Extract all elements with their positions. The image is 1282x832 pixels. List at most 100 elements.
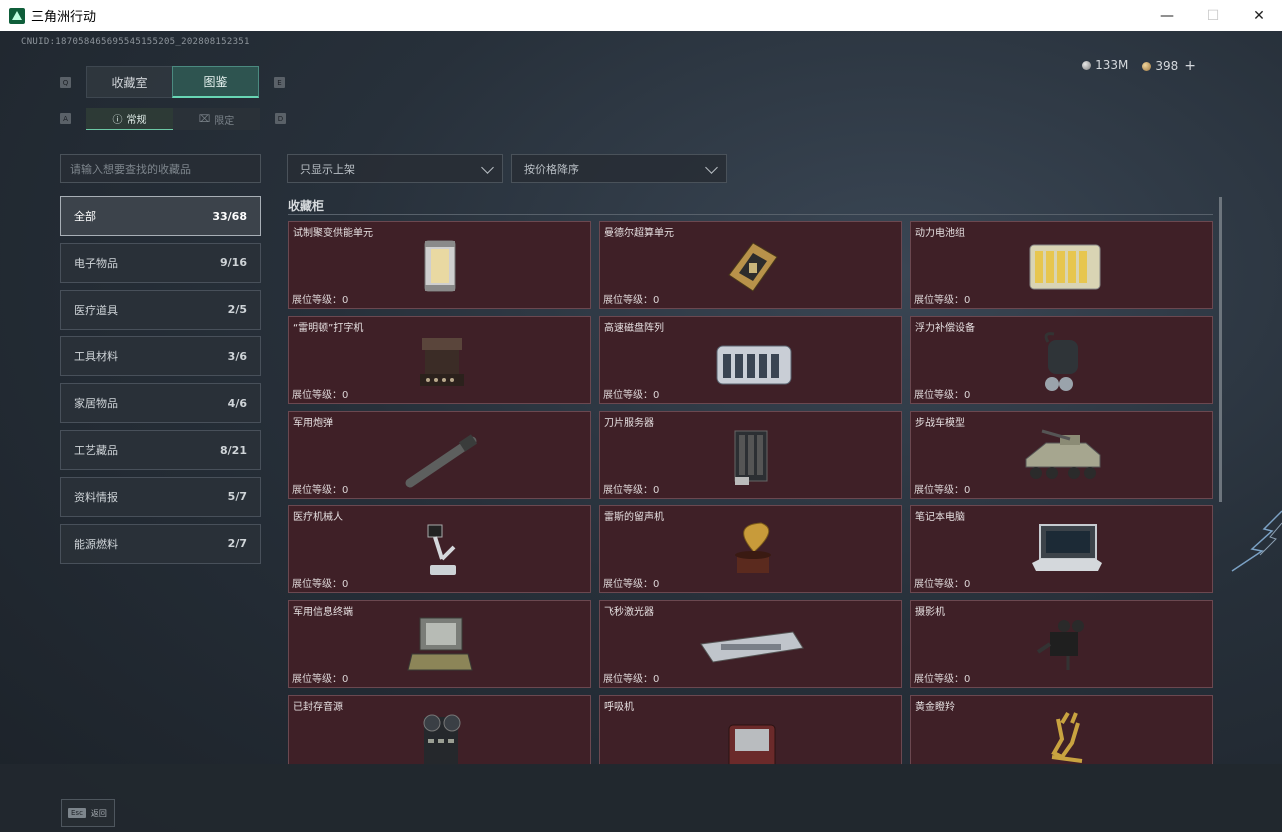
collection-card[interactable]: 摄影机展位等级：0 [910,600,1213,689]
card-level: 展位等级：0 [914,389,971,401]
card-level: 展位等级：0 [603,674,660,686]
card-title: 军用炮弹 [293,417,333,429]
back-button[interactable]: Esc 返回 [61,799,115,827]
collection-card[interactable]: 已封存音源 [288,695,591,765]
supercomputer-chip-icon [727,242,778,292]
gold-coin-icon [1142,62,1152,71]
collection-card[interactable]: 黄金瞪羚 [910,695,1213,765]
collection-card[interactable]: 军用炮弹 展位等级：0 [288,410,591,499]
card-title: 刀片服务器 [604,417,654,429]
collection-card[interactable]: 步战车模型 展位等级：0 [910,410,1213,499]
sort-dropdown[interactable]: 按价格降序 [511,154,727,183]
add-currency-button[interactable]: + [1184,58,1196,74]
category-count: 8/21 [220,443,247,457]
card-level: 展位等级：0 [292,674,349,686]
card-level: 展位等级：0 [603,484,660,496]
category-label: 医疗道具 [74,303,118,317]
category-item[interactable]: 电子物品 9/16 [60,242,261,283]
collection-card[interactable]: 呼吸机 [599,695,902,765]
maximize-button[interactable]: ☐ [1190,0,1236,31]
category-item[interactable]: 家居物品 4/6 [60,383,261,424]
category-count: 2/5 [227,303,247,317]
category-count: 2/7 [227,537,247,551]
chevron-down-icon [481,161,494,174]
collection-card[interactable]: 飞秒激光器展位等级：0 [599,600,902,689]
category-item[interactable]: 能源燃料 2/7 [60,523,261,564]
card-level: 展位等级：0 [914,579,971,591]
display-filter-dropdown[interactable]: 只显示上架 [287,154,503,183]
category-label: 电子物品 [74,256,118,270]
card-level: 展位等级：0 [603,389,660,401]
gramophone-icon [734,522,771,574]
gold-currency: 398 + [1142,58,1196,74]
collection-card[interactable]: 笔记本电脑 展位等级：0 [910,505,1213,594]
minimize-button[interactable]: — [1144,0,1190,31]
footer-bar [0,764,1282,832]
category-item[interactable]: 医疗道具 2/5 [60,289,261,330]
card-title: 曼德尔超算单元 [604,228,674,239]
sort-value: 按价格降序 [524,162,579,176]
category-label: 能源燃料 [74,537,118,551]
fusion-unit-icon [424,240,455,292]
collection-card[interactable]: 医疗机械人展位等级：0 [288,505,591,594]
card-title: 黄金瞪羚 [915,702,955,713]
category-item[interactable]: 资料情报 5/7 [60,476,261,517]
cabinet-scrollbar[interactable] [1219,197,1222,502]
category-label: 全部 [74,210,96,223]
card-level: 展位等级：0 [914,674,971,686]
card-title: 步战车模型 [915,417,965,429]
subtab-limited[interactable]: ⌧ 限定 [173,108,260,130]
collection-card[interactable]: 雷斯的留声机 展位等级：0 [599,505,902,594]
silver-currency: 133M [1082,58,1128,74]
close-button[interactable]: ✕ [1236,0,1282,31]
card-title: 飞秒激光器 [604,607,654,619]
disk-array-icon [716,345,791,385]
category-item[interactable]: 全部 33/68 [60,196,261,236]
window-controls: — ☐ ✕ [1144,0,1282,31]
collection-card[interactable]: 试制聚变供能单元 展位等级：0 [288,221,591,309]
search-input[interactable]: 请输入想要查找的收藏品 [60,154,261,183]
card-title: 医疗机械人 [293,512,343,524]
collection-card[interactable]: 刀片服务器展位等级：0 [599,410,902,499]
card-level: 展位等级：0 [914,295,971,306]
silver-amount: 133M [1095,58,1129,72]
window-titlebar: 三角洲行动 — ☐ ✕ [0,0,1282,31]
category-item[interactable]: 工艺藏品 8/21 [60,430,261,470]
card-title: 雷斯的留声机 [604,512,664,524]
category-label: 家居物品 [74,397,118,411]
subtab-regular[interactable]: ⓘ 常规 [86,108,173,130]
cabinet-title: 收藏柜 [288,199,325,213]
collection-card[interactable]: 军用信息终端 展位等级：0 [288,600,591,689]
category-count: 9/16 [220,256,247,270]
blade-server-icon [734,430,767,485]
laser-device-icon [699,631,804,663]
key-hint-q: Q [60,77,71,88]
tab-codex[interactable]: 图鉴 [172,66,259,98]
category-item[interactable]: 工具材料 3/6 [60,336,261,377]
collection-card[interactable]: 动力电池组 展位等级：0 [910,221,1213,309]
card-title: 试制聚变供能单元 [293,228,373,239]
key-hint-a: A [60,113,71,124]
card-level: 展位等级：0 [603,295,660,306]
currency-bar: 133M 398 + [1082,58,1196,74]
category-count: 33/68 [212,209,247,223]
tab-collection-room[interactable]: 收藏室 [86,66,173,98]
reel-recorder-icon [423,714,460,765]
game-area: CNUID:187058465695545155205_202808152351… [0,31,1282,832]
cabinet-grid: 试制聚变供能单元 展位等级：0 曼德尔超算单元 展位等级：0 动力电池组 展位等级：0 “雷… [288,221,1214,765]
card-title: 高速磁盘阵列 [604,322,664,334]
card-title: “雷明顿”打字机 [293,322,364,334]
card-level: 展位等级：0 [292,579,349,591]
collection-card[interactable]: “雷明顿”打字机 展位等级：0 [288,315,591,404]
subtab-limited-label: 限定 [214,115,235,127]
card-title: 摄影机 [915,607,945,619]
subtab-regular-label: 常规 [126,115,147,126]
laptop-icon [1031,524,1102,572]
typewriter-icon [419,337,464,386]
collection-card[interactable]: 曼德尔超算单元 展位等级：0 [599,221,902,309]
collection-card[interactable]: 高速磁盘阵列 展位等级：0 [599,315,902,404]
section-divider [288,214,1213,215]
collection-card[interactable]: 浮力补偿设备 展位等级：0 [910,315,1213,404]
card-title: 已封存音源 [293,702,343,713]
silver-coin-icon [1082,61,1092,70]
